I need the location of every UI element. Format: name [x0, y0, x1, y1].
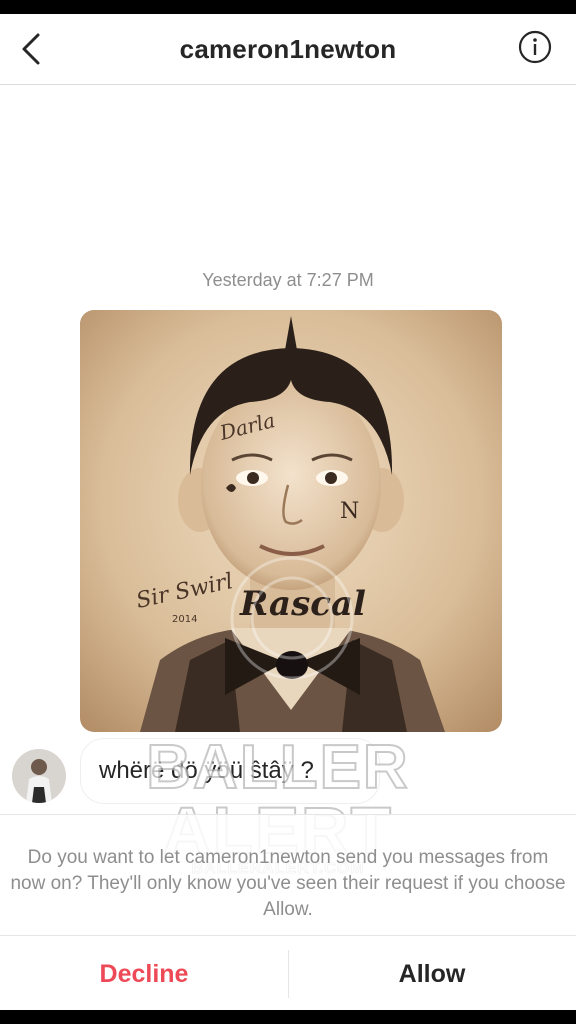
back-button[interactable]	[14, 32, 48, 66]
message-text: whërë dö ÿöü ŝtâÿ ?	[99, 757, 314, 784]
request-actions: Decline Allow	[0, 935, 576, 1010]
shared-image[interactable]: Darla N Rascal Sir Swirl 2014	[80, 310, 502, 732]
message-timestamp: Yesterday at 7:27 PM	[202, 270, 374, 290]
decline-button[interactable]: Decline	[0, 936, 288, 1010]
artist-year: 2014	[172, 614, 197, 625]
info-icon	[518, 30, 552, 64]
request-prompt: Do you want to let cameron1newton send y…	[10, 847, 566, 920]
allow-button[interactable]: Allow	[288, 936, 576, 1010]
sender-avatar[interactable]	[12, 749, 66, 803]
portrait-drawing: Darla N Rascal Sir Swirl 2014	[80, 310, 502, 732]
cheek-tattoo: N	[340, 499, 359, 524]
avatar-image	[12, 749, 66, 803]
info-button[interactable]	[518, 30, 552, 64]
thread-header: cameron1newton	[0, 14, 576, 85]
message-bubble[interactable]: whërë dö ÿöü ŝtâÿ ?	[80, 738, 380, 804]
phone-screen: cameron1newton Yesterday at 7:27 PM Darl…	[0, 0, 576, 1024]
neck-tattoo: Rascal	[239, 584, 366, 624]
thread-title[interactable]: cameron1newton	[100, 34, 476, 65]
message-request-panel: Do you want to let cameron1newton send y…	[0, 814, 576, 1010]
chevron-left-icon	[22, 33, 40, 65]
direct-message-thread: cameron1newton Yesterday at 7:27 PM Darl…	[0, 14, 576, 1010]
